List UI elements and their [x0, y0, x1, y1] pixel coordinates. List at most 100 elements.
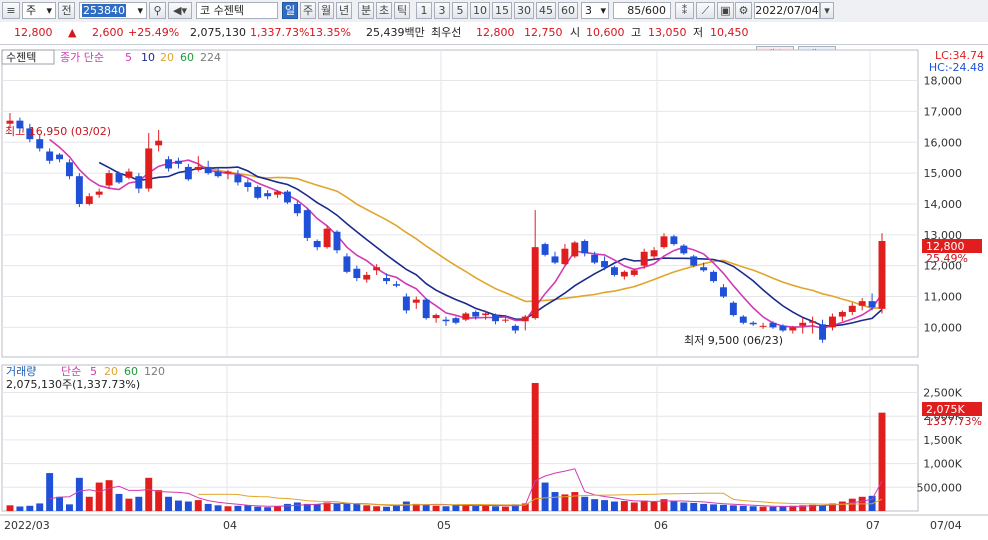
interval-30[interactable]: 30: [514, 2, 534, 19]
volume-value: 2,075,130: [190, 26, 246, 39]
chart-area[interactable]: 18,000 17,000 16,000 15,000 14,000 13,000 12,0…: [0, 45, 988, 537]
candle-body: [838, 311, 846, 317]
tab-month[interactable]: 월: [318, 2, 334, 19]
volume-bar: [392, 505, 400, 511]
interval-15[interactable]: 15: [492, 2, 512, 19]
menu-button[interactable]: ≡: [2, 2, 20, 19]
price-axis-tick: 16,000: [924, 136, 963, 149]
volume-bar: [769, 506, 777, 511]
candle-body: [442, 319, 450, 322]
candle-body: [65, 162, 73, 177]
candle-body: [848, 305, 856, 312]
interval-select[interactable]: 3 ▾: [581, 2, 609, 19]
volume-bar: [155, 490, 163, 511]
candle-body: [254, 186, 262, 198]
all-button[interactable]: 전: [58, 2, 75, 19]
candle-body: [6, 120, 14, 124]
search-icon: ⚲: [153, 4, 162, 17]
count-input[interactable]: 85/600: [613, 2, 671, 19]
interval-10[interactable]: 10: [470, 2, 490, 19]
ma-legend-label: 종가 단순: [60, 51, 104, 64]
volume-bar: [283, 503, 291, 511]
volume-bar: [680, 502, 688, 511]
tab-minute[interactable]: 분: [358, 2, 374, 19]
price-change-pct: +25.49%: [128, 26, 180, 39]
candle-body: [492, 315, 500, 322]
sound-button[interactable]: ◀▾: [168, 2, 192, 19]
calendar-icon[interactable]: ▾: [820, 2, 834, 19]
volume-bar: [26, 505, 34, 511]
volume-bar: [85, 496, 93, 511]
interval-5[interactable]: 5: [452, 2, 468, 19]
tab-week[interactable]: 주: [300, 2, 316, 19]
volume-bar: [343, 502, 351, 511]
search-button[interactable]: ⚲: [149, 2, 166, 19]
high-label: 고: [631, 26, 642, 39]
tab-tick[interactable]: 틱: [394, 2, 410, 19]
candle-body: [551, 256, 559, 263]
volume-bar: [353, 503, 361, 511]
interval-60[interactable]: 60: [558, 2, 578, 19]
volume-bar: [551, 492, 559, 511]
volume-bar: [690, 502, 698, 511]
volume-bar: [194, 500, 202, 511]
volume-bar: [204, 503, 212, 511]
tab-second[interactable]: 초: [376, 2, 392, 19]
candle-body: [670, 236, 678, 245]
chevron-down-icon: ▾: [137, 4, 143, 17]
interval-45[interactable]: 45: [536, 2, 556, 19]
volume-bar: [145, 477, 153, 511]
ma-legend-period: 10: [141, 51, 155, 64]
volume-bar: [749, 506, 757, 511]
stock-name-field[interactable]: 코 수젠텍: [196, 2, 278, 19]
line-chart-icon[interactable]: ⟋: [696, 2, 715, 19]
x-axis-label: 07: [866, 519, 880, 532]
volume-bar: [6, 505, 14, 511]
candle-body: [630, 270, 638, 275]
volume-bar: [650, 501, 658, 511]
candle-body: [363, 274, 371, 280]
volume-bar: [779, 506, 787, 511]
code-input-value: 253840: [82, 4, 126, 17]
date-input[interactable]: 2022/07/04: [754, 2, 820, 19]
volume-bar: [581, 496, 589, 511]
candle-body: [799, 322, 807, 326]
volume-bar: [95, 482, 103, 511]
candle-body: [383, 278, 391, 282]
interval-1[interactable]: 1: [416, 2, 432, 19]
candle-icon[interactable]: ⁑: [675, 2, 694, 19]
interval-3[interactable]: 3: [434, 2, 450, 19]
tab-year[interactable]: 년: [336, 2, 352, 19]
save-icon[interactable]: ▣: [717, 2, 734, 19]
candle-body: [531, 247, 539, 319]
candle-body: [620, 271, 628, 277]
market-select[interactable]: 주 ▾: [22, 2, 56, 19]
candle-body: [46, 151, 54, 161]
price-axis-tick: 17,000: [924, 105, 963, 118]
candle-body: [601, 261, 609, 268]
volume-bar: [46, 473, 54, 511]
gear-icon[interactable]: ⚙: [735, 2, 752, 19]
volume-bar: [492, 506, 500, 511]
candle-body: [858, 301, 866, 306]
volume-bar: [254, 506, 262, 511]
candle-body: [828, 316, 836, 328]
ma-legend-period: 60: [180, 51, 194, 64]
volume-bar: [65, 504, 73, 511]
price-axis-tick: 15,000: [924, 167, 963, 180]
volume-bar: [620, 501, 628, 511]
candle-body: [264, 193, 272, 197]
candle-body: [680, 245, 688, 254]
open-label: 시: [570, 26, 581, 39]
volume-bar: [591, 499, 599, 511]
candle-body: [373, 267, 381, 271]
volume-bar: [165, 496, 173, 511]
candle-body: [115, 173, 123, 183]
volume-bar: [214, 505, 222, 511]
code-input[interactable]: 253840 ▾: [79, 2, 147, 19]
tab-day[interactable]: 일: [282, 2, 298, 19]
volume-bar: [135, 496, 143, 511]
open-price: 10,600: [586, 26, 625, 39]
candle-body: [769, 322, 777, 328]
turnover-ratio: 13.35%: [309, 26, 351, 39]
